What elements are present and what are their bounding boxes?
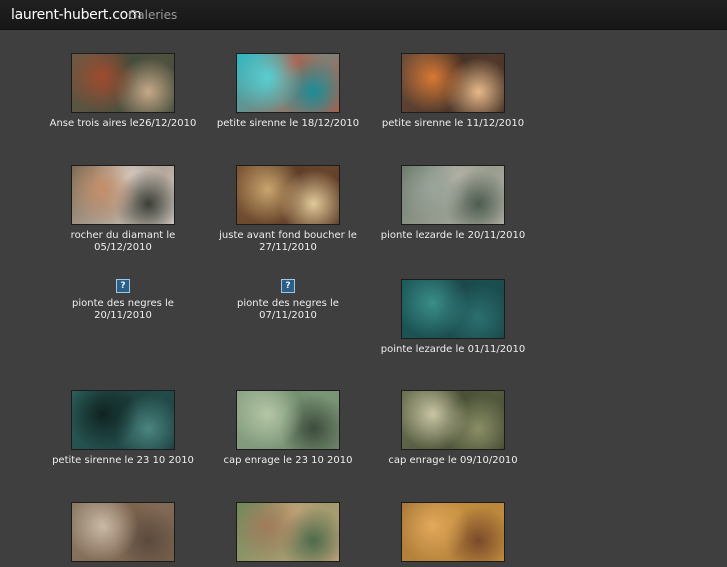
site-title-link[interactable]: laurent-hubert.com — [11, 7, 142, 23]
gallery-thumbnail[interactable] — [236, 53, 340, 113]
nav-galeries-link[interactable]: Galeries — [128, 8, 177, 22]
gallery-item[interactable]: pointe lezarde le 01/11/2010 — [368, 279, 538, 356]
gallery-item[interactable]: petite sirenne le 23 10 2010 — [38, 390, 208, 467]
gallery-item[interactable]: juste avant fond boucher le 27/11/2010 — [203, 165, 373, 254]
gallery-item[interactable]: cap enrage le 09/10/2010 — [368, 390, 538, 467]
gallery-caption[interactable]: pionte des negres le 07/11/2010 — [203, 298, 373, 322]
gallery-caption[interactable]: pionte des negres le 20/11/2010 — [38, 298, 208, 322]
gallery-item[interactable] — [203, 502, 373, 567]
gallery-item[interactable]: rocher du diamant le 05/12/2010 — [38, 165, 208, 254]
gallery-caption[interactable]: pointe lezarde le 01/11/2010 — [368, 344, 538, 356]
gallery-item[interactable]: cap enrage le 23 10 2010 — [203, 390, 373, 467]
gallery-item[interactable]: ? pionte des negres le 07/11/2010 — [203, 279, 373, 322]
gallery-caption[interactable]: pionte lezarde le 20/11/2010 — [368, 230, 538, 242]
gallery-thumbnail[interactable] — [71, 390, 175, 450]
broken-image-icon[interactable]: ? — [281, 279, 295, 293]
gallery-caption[interactable]: cap enrage le 09/10/2010 — [368, 455, 538, 467]
gallery-thumbnail[interactable] — [401, 165, 505, 225]
gallery-caption[interactable]: Anse trois aires le26/12/2010 — [38, 118, 208, 130]
gallery-thumbnail[interactable] — [401, 390, 505, 450]
gallery-thumbnail[interactable] — [71, 165, 175, 225]
gallery-thumbnail[interactable] — [401, 502, 505, 562]
gallery-caption[interactable]: petite sirenne le 23 10 2010 — [38, 455, 208, 467]
gallery-item[interactable]: pionte lezarde le 20/11/2010 — [368, 165, 538, 242]
gallery-thumbnail[interactable] — [71, 53, 175, 113]
gallery-item[interactable] — [368, 502, 538, 567]
gallery-thumbnail[interactable] — [236, 165, 340, 225]
gallery-thumbnail[interactable] — [236, 502, 340, 562]
gallery-thumbnail[interactable] — [401, 279, 505, 339]
top-bar: laurent-hubert.com Galeries — [0, 0, 727, 30]
gallery-thumbnail[interactable] — [236, 390, 340, 450]
gallery-caption[interactable]: juste avant fond boucher le 27/11/2010 — [203, 230, 373, 254]
gallery-item[interactable] — [38, 502, 208, 567]
gallery-caption[interactable]: petite sirenne le 18/12/2010 — [203, 118, 373, 130]
gallery-caption[interactable]: petite sirenne le 11/12/2010 — [368, 118, 538, 130]
gallery-item[interactable]: Anse trois aires le26/12/2010 — [38, 53, 208, 130]
gallery-caption[interactable]: rocher du diamant le 05/12/2010 — [38, 230, 208, 254]
gallery-thumbnail[interactable] — [71, 502, 175, 562]
gallery-item[interactable]: petite sirenne le 18/12/2010 — [203, 53, 373, 130]
gallery-item[interactable]: petite sirenne le 11/12/2010 — [368, 53, 538, 130]
gallery-item[interactable]: ? pionte des negres le 20/11/2010 — [38, 279, 208, 322]
gallery-caption[interactable]: cap enrage le 23 10 2010 — [203, 455, 373, 467]
gallery-thumbnail[interactable] — [401, 53, 505, 113]
broken-image-icon[interactable]: ? — [116, 279, 130, 293]
